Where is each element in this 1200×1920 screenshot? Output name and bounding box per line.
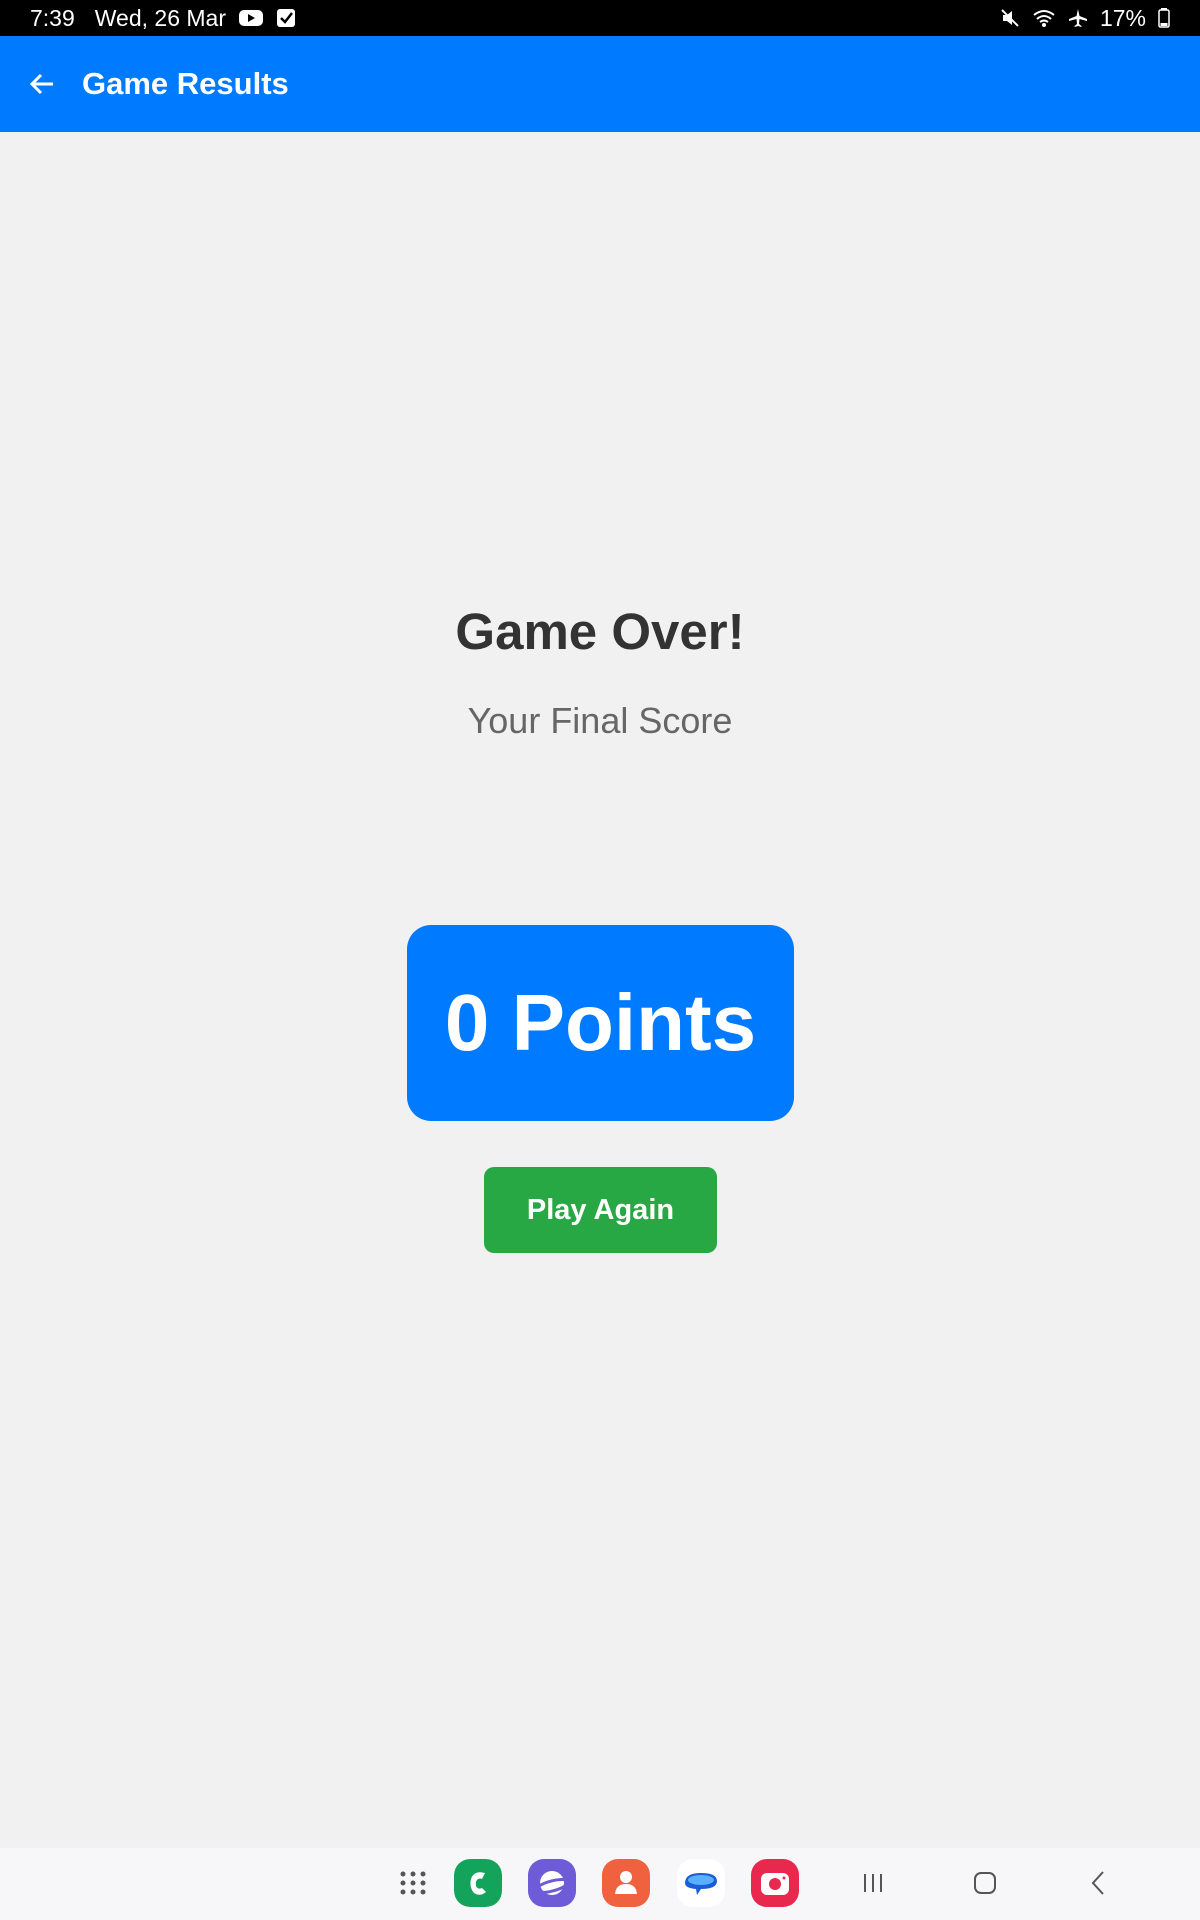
app-bar: Game Results	[0, 36, 1200, 132]
mute-icon	[1000, 8, 1020, 28]
back-button[interactable]	[24, 66, 60, 102]
contacts-app-icon[interactable]	[601, 1858, 651, 1908]
youtube-icon	[238, 8, 264, 28]
home-icon[interactable]	[960, 1858, 1010, 1908]
app-drawer-icon[interactable]	[388, 1858, 438, 1908]
messages-app-icon[interactable]	[676, 1858, 726, 1908]
nav-back-icon[interactable]	[1074, 1858, 1124, 1908]
main-content: Game Over! Your Final Score 0 Points Pla…	[0, 132, 1200, 1848]
status-bar: 7:39 Wed, 26 Mar 17%	[0, 0, 1200, 36]
wifi-icon	[1032, 8, 1056, 28]
battery-percent: 17%	[1099, 4, 1146, 31]
checkbox-icon	[276, 7, 296, 29]
recents-icon[interactable]	[848, 1858, 898, 1908]
internet-app-icon[interactable]	[527, 1858, 577, 1908]
play-again-button[interactable]: Play Again	[484, 1167, 717, 1253]
page-title: Game Results	[82, 66, 289, 101]
battery-icon	[1158, 8, 1170, 28]
airplane-icon	[1068, 8, 1088, 28]
navigation-bar	[0, 1848, 1200, 1920]
status-right: 17%	[1000, 5, 1170, 32]
arrow-left-icon	[29, 73, 53, 95]
game-over-heading: Game Over!	[455, 603, 745, 660]
camera-app-icon[interactable]	[750, 1858, 800, 1908]
status-date: Wed, 26 Mar	[94, 4, 227, 31]
score-display: 0 Points	[407, 925, 794, 1121]
status-time: 7:39	[30, 4, 75, 31]
phone-app-icon[interactable]	[453, 1858, 503, 1908]
status-left: 7:39 Wed, 26 Mar	[30, 5, 296, 32]
final-score-label: Your Final Score	[467, 700, 733, 741]
